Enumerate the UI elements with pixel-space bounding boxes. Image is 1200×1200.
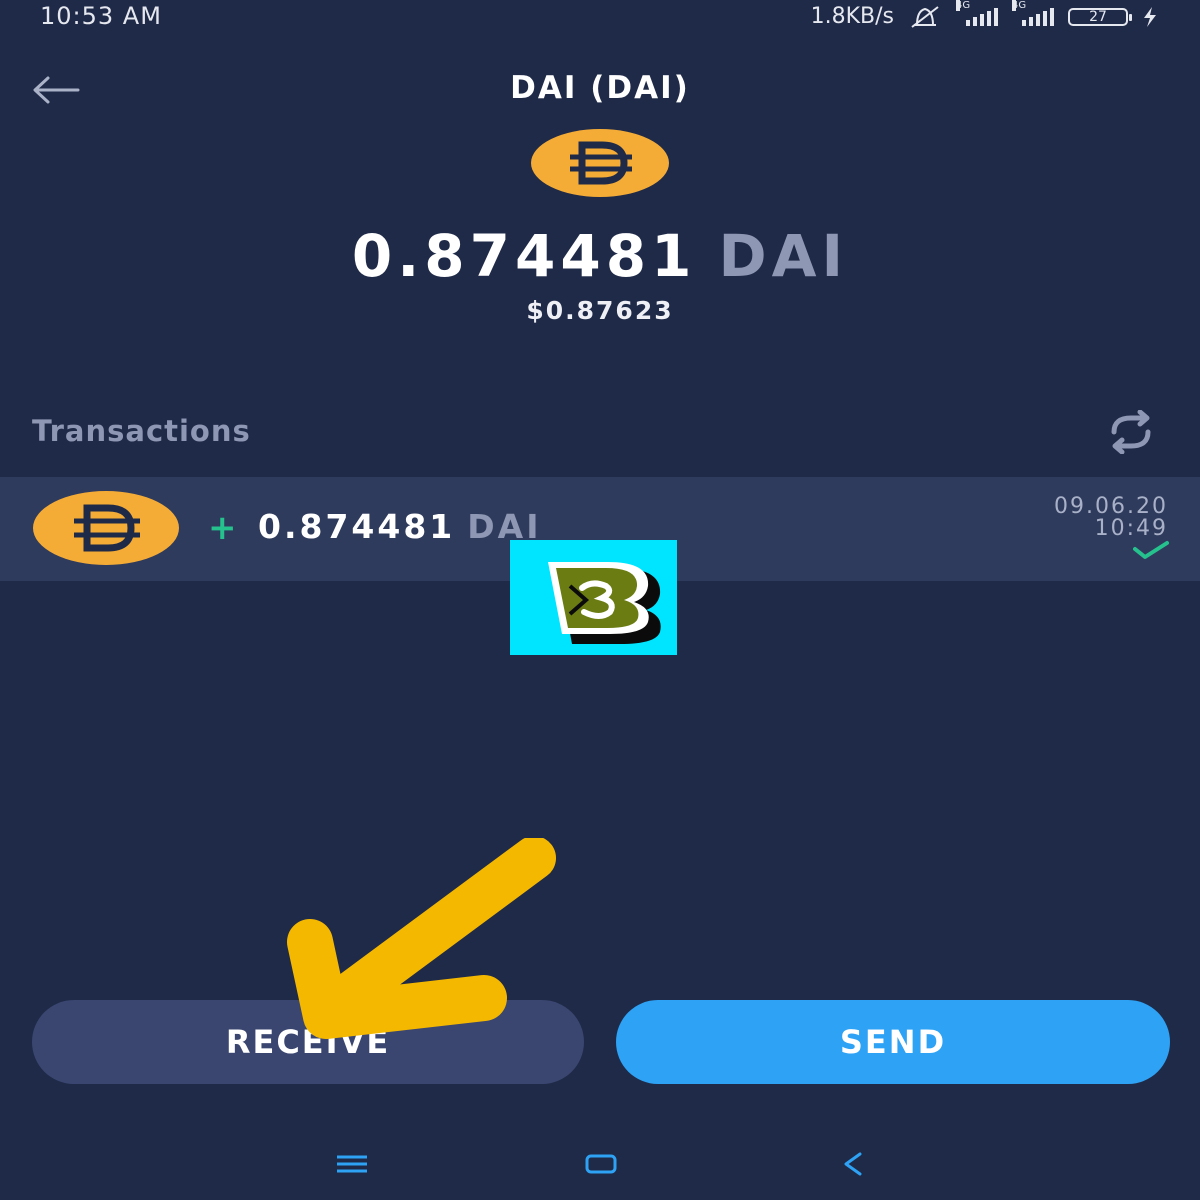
- menu-icon[interactable]: [334, 1152, 370, 1176]
- nav-back-icon[interactable]: [840, 1150, 866, 1178]
- network-speed: 1.8KB/s: [810, 4, 894, 29]
- status-indicators: 1.8KB/s 4G 4G 27: [810, 0, 1158, 29]
- transaction-amount-value: 0.874481: [258, 507, 456, 546]
- annotation-arrow-icon: [287, 838, 556, 1039]
- balance-symbol: DAI: [718, 222, 849, 290]
- dai-coin-icon: [531, 129, 669, 197]
- refresh-icon[interactable]: [1104, 410, 1158, 454]
- charging-icon: [1144, 6, 1156, 27]
- status-time: 10:53 AM: [40, 2, 162, 30]
- balance-value: 0.874481: [351, 222, 697, 290]
- transaction-date: 09.06.20: [1054, 494, 1168, 519]
- logo-b-icon: [548, 562, 661, 644]
- send-button[interactable]: SEND: [616, 1000, 1170, 1084]
- battery-level: 27: [1089, 8, 1107, 25]
- battery-icon: 27: [1068, 7, 1132, 26]
- transaction-sign: +: [208, 508, 237, 548]
- watermark-logo: [510, 540, 677, 655]
- transaction-timestamp: 09.06.20 10:49: [1054, 496, 1168, 540]
- checkmark-icon: [1133, 541, 1169, 559]
- transactions-heading: Transactions: [32, 414, 251, 448]
- signal-strength-icon: 4G: [1012, 0, 1054, 26]
- bell-off-icon: [911, 5, 939, 28]
- home-icon[interactable]: [584, 1152, 618, 1176]
- transaction-amount: 0.874481 DAI: [258, 507, 542, 546]
- transaction-time: 10:49: [1094, 516, 1168, 541]
- fiat-balance: $0.87623: [526, 296, 674, 325]
- balance-amount: 0.874481 DAI: [0, 222, 1200, 290]
- dai-coin-icon: [33, 491, 179, 565]
- page-title: DAI (DAI): [510, 70, 690, 106]
- signal-strength-icon: 4G: [956, 0, 998, 26]
